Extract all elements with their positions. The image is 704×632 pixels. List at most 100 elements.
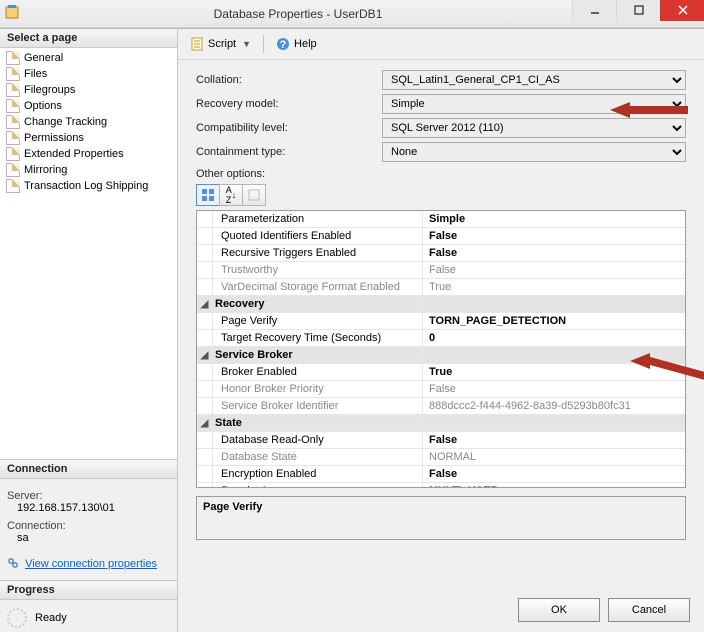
expand-toggle <box>197 245 213 261</box>
expand-toggle <box>197 483 213 488</box>
property-label: Page Verify <box>213 313 423 329</box>
script-label: Script <box>208 38 236 50</box>
sidebar-item-extended-properties[interactable]: Extended Properties <box>4 146 177 162</box>
property-row[interactable]: Encryption EnabledFalse <box>197 466 685 483</box>
recovery-model-select[interactable]: Simple <box>382 94 686 114</box>
property-row[interactable]: Target Recovery Time (Seconds)0 <box>197 330 685 347</box>
svg-text:?: ? <box>280 39 287 51</box>
sidebar-item-general[interactable]: General <box>4 50 177 66</box>
script-button[interactable]: Script ▼ <box>186 36 255 52</box>
property-row[interactable]: Broker EnabledTrue <box>197 364 685 381</box>
expand-toggle[interactable]: ◢ <box>197 296 213 312</box>
compatibility-level-select[interactable]: SQL Server 2012 (110) <box>382 118 686 138</box>
other-options-label: Other options: <box>196 168 686 180</box>
categorized-button[interactable] <box>196 184 220 206</box>
sidebar-item-filegroups[interactable]: Filegroups <box>4 82 177 98</box>
property-value[interactable]: False <box>423 245 685 261</box>
property-value[interactable]: NORMAL <box>423 449 685 465</box>
link-icon <box>7 557 19 572</box>
sidebar-item-label: Mirroring <box>24 164 67 176</box>
property-label: Service Broker <box>213 347 423 363</box>
left-panel: Select a page GeneralFilesFilegroupsOpti… <box>0 29 178 632</box>
sidebar-item-change-tracking[interactable]: Change Tracking <box>4 114 177 130</box>
property-grid[interactable]: ParameterizationSimpleQuoted Identifiers… <box>196 210 686 488</box>
property-label: Restrict Access <box>213 483 423 488</box>
compatibility-level-label: Compatibility level: <box>196 122 382 134</box>
page-icon <box>6 51 20 65</box>
help-label: Help <box>294 38 317 50</box>
progress-header: Progress <box>0 581 177 600</box>
app-icon <box>0 5 24 22</box>
property-value[interactable]: False <box>423 228 685 244</box>
property-value[interactable]: False <box>423 466 685 482</box>
property-label: Recovery <box>213 296 423 312</box>
collation-select[interactable]: SQL_Latin1_General_CP1_CI_AS <box>382 70 686 90</box>
sidebar-item-label: Transaction Log Shipping <box>24 180 148 192</box>
ok-button[interactable]: OK <box>518 598 600 622</box>
property-value[interactable]: 888dccc2-f444-4962-8a39-d5293b80fc31 <box>423 398 685 414</box>
recovery-model-label: Recovery model: <box>196 98 382 110</box>
property-row[interactable]: Page VerifyTORN_PAGE_DETECTION <box>197 313 685 330</box>
cancel-button[interactable]: Cancel <box>608 598 690 622</box>
alphabetical-button[interactable]: AZ↓ <box>219 184 243 206</box>
property-label: Recursive Triggers Enabled <box>213 245 423 261</box>
view-connection-properties-link[interactable]: View connection properties <box>25 558 157 570</box>
property-row[interactable]: Quoted Identifiers EnabledFalse <box>197 228 685 245</box>
page-icon <box>6 179 20 193</box>
page-icon <box>6 115 20 129</box>
help-button[interactable]: ? Help <box>272 36 321 52</box>
property-row[interactable]: Database Read-OnlyFalse <box>197 432 685 449</box>
close-button[interactable] <box>660 0 704 21</box>
maximize-button[interactable] <box>616 0 660 21</box>
connection-label: Connection: <box>7 520 170 532</box>
script-icon <box>190 37 204 51</box>
page-icon <box>6 147 20 161</box>
sidebar-item-files[interactable]: Files <box>4 66 177 82</box>
property-row[interactable]: VarDecimal Storage Format EnabledTrue <box>197 279 685 296</box>
expand-toggle[interactable]: ◢ <box>197 347 213 363</box>
property-row[interactable]: TrustworthyFalse <box>197 262 685 279</box>
expand-toggle <box>197 381 213 397</box>
expand-toggle <box>197 466 213 482</box>
sidebar-item-label: Options <box>24 100 62 112</box>
property-category[interactable]: ◢State <box>197 415 685 432</box>
property-row[interactable]: Restrict AccessMULTI_USER <box>197 483 685 488</box>
connection-header: Connection <box>0 460 177 479</box>
sidebar-item-mirroring[interactable]: Mirroring <box>4 162 177 178</box>
property-label: Trustworthy <box>213 262 423 278</box>
server-label: Server: <box>7 490 170 502</box>
sidebar-item-permissions[interactable]: Permissions <box>4 130 177 146</box>
property-row[interactable]: ParameterizationSimple <box>197 211 685 228</box>
property-row[interactable]: Recursive Triggers EnabledFalse <box>197 245 685 262</box>
expand-toggle <box>197 313 213 329</box>
property-row[interactable]: Service Broker Identifier888dccc2-f444-4… <box>197 398 685 415</box>
progress-section: Ready <box>0 600 177 632</box>
property-pages-button[interactable] <box>242 184 266 206</box>
property-value[interactable]: True <box>423 279 685 295</box>
property-value[interactable]: 0 <box>423 330 685 346</box>
property-value[interactable]: False <box>423 262 685 278</box>
property-row[interactable]: Honor Broker PriorityFalse <box>197 381 685 398</box>
property-category[interactable]: ◢Recovery <box>197 296 685 313</box>
containment-type-select[interactable]: None <box>382 142 686 162</box>
progress-status: Ready <box>35 612 67 624</box>
expand-toggle <box>197 262 213 278</box>
sidebar-item-options[interactable]: Options <box>4 98 177 114</box>
page-icon <box>6 99 20 113</box>
property-value[interactable]: False <box>423 381 685 397</box>
property-row[interactable]: Database StateNORMAL <box>197 449 685 466</box>
expand-toggle <box>197 330 213 346</box>
property-value[interactable]: MULTI_USER <box>423 483 685 488</box>
property-value[interactable]: True <box>423 364 685 380</box>
property-value[interactable]: TORN_PAGE_DETECTION <box>423 313 685 329</box>
property-value[interactable]: False <box>423 432 685 448</box>
property-category[interactable]: ◢Service Broker <box>197 347 685 364</box>
property-grid-toolbar: AZ↓ <box>196 184 686 206</box>
sidebar-item-transaction-log-shipping[interactable]: Transaction Log Shipping <box>4 178 177 194</box>
property-value[interactable]: Simple <box>423 211 685 227</box>
expand-toggle <box>197 364 213 380</box>
minimize-button[interactable] <box>572 0 616 21</box>
sidebar-item-label: Files <box>24 68 47 80</box>
expand-toggle[interactable]: ◢ <box>197 415 213 431</box>
page-icon <box>6 163 20 177</box>
